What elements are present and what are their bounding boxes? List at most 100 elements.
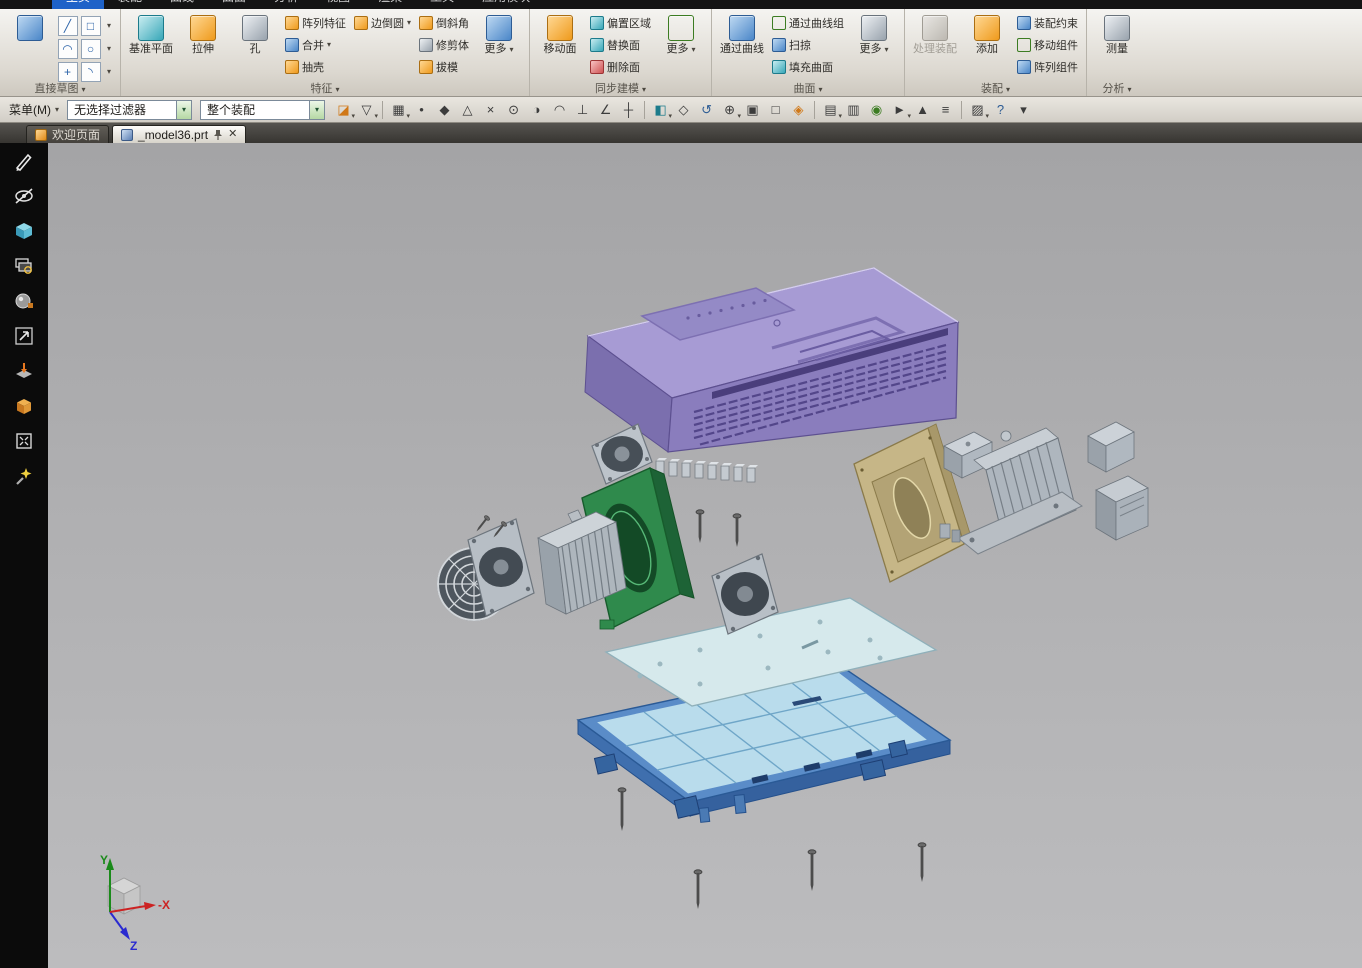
group-label-surface[interactable]: 曲面 ▾ xyxy=(712,80,904,96)
isometric-view-icon[interactable]: ◈ xyxy=(788,99,809,120)
snap-angle-icon[interactable]: ∠ xyxy=(595,99,616,120)
unite-button[interactable]: 合并 ▾ xyxy=(282,34,349,55)
delete-face-button[interactable]: 删除面 xyxy=(587,56,654,77)
window-cascade-icon[interactable]: ▤▾ xyxy=(820,99,841,120)
viewport-3d[interactable]: Y Z -X xyxy=(48,143,1362,968)
menu-button[interactable]: 菜单(M) ▾ xyxy=(3,99,65,120)
surface-more-button[interactable]: 更多 ▾ xyxy=(849,11,899,57)
line-tool-button[interactable]: ╱ xyxy=(58,16,78,36)
group-label-direct-sketch[interactable]: 直接草图 ▾ xyxy=(0,80,120,96)
chevron-down-icon[interactable]: ▾ xyxy=(107,68,111,76)
chevron-down-icon[interactable]: ▾ xyxy=(107,22,111,30)
selection-filter-dropdown-button[interactable]: ▾ xyxy=(176,101,191,119)
work-layer-icon[interactable]: ≡ xyxy=(935,99,956,120)
extrude-button[interactable]: 拉伸 xyxy=(178,11,228,57)
hole-button[interactable]: 孔 xyxy=(230,11,280,57)
selection-filter-dropdown[interactable]: 无选择过滤器 ▾ xyxy=(67,100,192,120)
group-label-assembly[interactable]: 装配 ▾ xyxy=(905,80,1086,96)
part-clip-row[interactable] xyxy=(656,458,758,482)
pattern-component-button[interactable]: 阵列组件 xyxy=(1014,56,1081,77)
snap-grid-icon[interactable]: ┼ xyxy=(618,99,639,120)
wireframe-display-icon[interactable]: ◇ xyxy=(673,99,694,120)
pattern-feature-button[interactable]: 阵列特征 xyxy=(282,12,349,33)
ribbon-tab-tools[interactable]: 工具 xyxy=(416,0,468,9)
visual-effects-icon[interactable] xyxy=(9,463,39,489)
tab-welcome-page[interactable]: 欢迎页面 xyxy=(26,125,109,143)
snap-point-icon[interactable]: • xyxy=(411,99,432,120)
datum-plane-button[interactable]: 基准平面 xyxy=(126,11,176,57)
sync-more-button[interactable]: 更多 ▾ xyxy=(656,11,706,57)
add-component-button[interactable]: 添加 xyxy=(962,11,1012,57)
group-label-analysis[interactable]: 分析 ▾ xyxy=(1087,80,1147,96)
group-label-feature[interactable]: 特征 ▾ xyxy=(121,80,529,96)
assembly-constraints-button[interactable]: 装配约束 xyxy=(1014,12,1081,33)
snap-settings-icon[interactable]: ▦▾ xyxy=(388,99,409,120)
through-curves-button[interactable]: 通过曲线 xyxy=(717,11,767,57)
measure-button[interactable]: 测量 xyxy=(1092,11,1142,57)
part-screw[interactable] xyxy=(618,788,626,831)
fill-surface-button[interactable]: 填充曲面 xyxy=(769,56,847,77)
layer-settings-icon[interactable] xyxy=(9,253,39,279)
feature-more-button[interactable]: 更多 ▾ xyxy=(474,11,524,57)
snap-arc-center-icon[interactable]: ⊙ xyxy=(503,99,524,120)
show-hide-icon[interactable]: ◉ xyxy=(866,99,887,120)
close-tab-button[interactable]: ✕ xyxy=(228,129,237,140)
group-label-synchronous-modeling[interactable]: 同步建模 ▾ xyxy=(530,80,711,96)
part-screw[interactable] xyxy=(694,870,702,909)
selection-scope-icon[interactable]: ◪▾ xyxy=(333,99,354,120)
replace-face-button[interactable]: 替换面 xyxy=(587,34,654,55)
edit-section-icon[interactable]: ▲ xyxy=(912,99,933,120)
window-tile-icon[interactable]: ▥ xyxy=(843,99,864,120)
snap-perpendicular-icon[interactable]: ⊥ xyxy=(572,99,593,120)
chamfer-button[interactable]: 倒斜角 xyxy=(416,12,472,33)
chevron-down-icon[interactable]: ▾ xyxy=(107,45,111,53)
snap-tangent-icon[interactable]: ◠ xyxy=(549,99,570,120)
ribbon-tab-render[interactable]: 渲染 xyxy=(364,0,416,9)
edge-blend-button[interactable]: 边倒圆 ▾ xyxy=(351,12,414,33)
part-screw[interactable] xyxy=(808,850,816,891)
sketch-button[interactable] xyxy=(5,11,55,42)
ribbon-tab-assembly[interactable]: 装配 xyxy=(104,0,156,9)
show-hide-icon[interactable] xyxy=(9,183,39,209)
ribbon-tab-view[interactable]: 视图 xyxy=(312,0,364,9)
trim-body-button[interactable]: 修剪体 xyxy=(416,34,472,55)
move-face-button[interactable]: 移动面 xyxy=(535,11,585,57)
ribbon-tab-application[interactable]: 应用模块 xyxy=(468,0,544,9)
palette-icon[interactable]: ▨▾ xyxy=(967,99,988,120)
through-curve-mesh-button[interactable]: 通过曲线组 xyxy=(769,12,847,33)
arc-tool-button[interactable]: ◠ xyxy=(58,39,78,59)
help-icon[interactable]: ? xyxy=(990,99,1011,120)
part-fan-left[interactable] xyxy=(437,519,534,621)
move-object-icon[interactable]: ►▾ xyxy=(889,99,910,120)
ribbon-tab-analysis[interactable]: 分析 xyxy=(260,0,312,9)
part-screw[interactable] xyxy=(474,515,490,534)
part-screw[interactable] xyxy=(733,514,741,547)
fit-view-icon[interactable]: ▣ xyxy=(742,99,763,120)
zoom-view-icon[interactable]: ⊕▾ xyxy=(719,99,740,120)
fillet-tool-button[interactable]: ◝ xyxy=(81,62,101,82)
circle-tool-button[interactable]: ○ xyxy=(81,39,101,59)
part-top-cover[interactable] xyxy=(585,268,958,452)
ribbon-tab-curve[interactable]: 曲线 xyxy=(156,0,208,9)
snap-quadrant-icon[interactable]: ◑ xyxy=(526,99,547,120)
orient-view-icon[interactable] xyxy=(9,323,39,349)
part-transformer-group[interactable] xyxy=(940,422,1148,554)
more-commands-icon[interactable]: ▾ xyxy=(1013,99,1034,120)
offset-region-button[interactable]: 偏置区域 xyxy=(587,12,654,33)
pin-tab-button[interactable] xyxy=(213,129,223,141)
process-assembly-button[interactable]: 处理装配 xyxy=(910,11,960,57)
sketch-brush-icon[interactable] xyxy=(9,148,39,174)
fit-view-icon[interactable] xyxy=(9,428,39,454)
shaded-display-icon[interactable]: ◧▾ xyxy=(650,99,671,120)
snap-intersection-icon[interactable]: × xyxy=(480,99,501,120)
solid-cube-icon[interactable] xyxy=(9,218,39,244)
selection-scope-dropdown-button[interactable]: ▾ xyxy=(309,101,324,119)
snap-endpoint-icon[interactable]: ◆ xyxy=(434,99,455,120)
selection-scope-dropdown[interactable]: 整个装配 ▾ xyxy=(200,100,325,120)
ribbon-tab-home[interactable]: 主页 xyxy=(52,0,104,9)
shell-button[interactable]: 抽壳 xyxy=(282,56,349,77)
selection-filter-icon[interactable]: ▽▾ xyxy=(356,99,377,120)
view-triad[interactable]: Y Z -X xyxy=(100,853,170,953)
snap-midpoint-icon[interactable]: △ xyxy=(457,99,478,120)
section-view-icon[interactable] xyxy=(9,358,39,384)
